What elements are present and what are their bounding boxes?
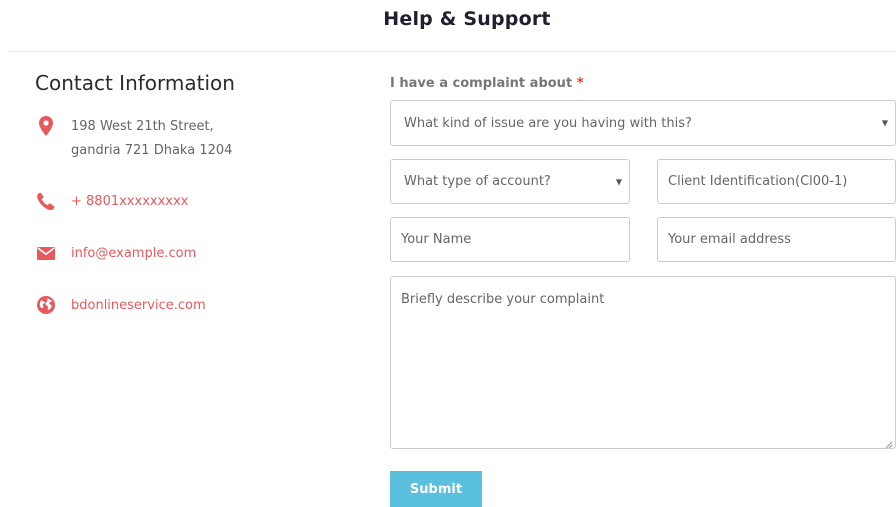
client-id-placeholder: Client Identification(Cl00-1) [668, 174, 848, 189]
globe-icon [35, 294, 57, 316]
envelope-icon [35, 242, 57, 264]
chevron-down-icon: ▼ [881, 118, 888, 128]
complaint-label-text: I have a complaint about [390, 76, 573, 91]
page-title: Help & Support [383, 8, 551, 30]
header-divider [8, 51, 896, 52]
website-text[interactable]: bdonlineservice.com [71, 294, 206, 318]
contact-email[interactable]: info@example.com [35, 242, 196, 266]
contact-address: 198 West 21th Street, gandria 721 Dhaka … [35, 115, 232, 163]
contact-website[interactable]: bdonlineservice.com [35, 294, 206, 318]
complaint-label: I have a complaint about * [390, 76, 584, 91]
submit-button[interactable]: Submit [390, 471, 482, 507]
email-text[interactable]: info@example.com [71, 242, 196, 266]
required-marker: * [576, 76, 584, 91]
email-field[interactable]: Your email address [657, 217, 896, 262]
email-placeholder: Your email address [668, 232, 791, 247]
contact-heading: Contact Information [35, 71, 235, 95]
complaint-placeholder: Briefly describe your complaint [401, 292, 605, 307]
contact-phone[interactable]: + 8801xxxxxxxxx [35, 190, 188, 214]
name-field[interactable]: Your Name [390, 217, 630, 262]
phone-icon [35, 190, 57, 212]
resize-handle-icon[interactable] [885, 438, 893, 449]
complaint-textarea[interactable]: Briefly describe your complaint [390, 276, 896, 449]
issue-select[interactable]: What kind of issue are you having with t… [390, 100, 896, 146]
account-select-value: What type of account? [404, 174, 551, 189]
chevron-down-icon: ▼ [615, 177, 622, 186]
name-placeholder: Your Name [401, 232, 472, 247]
map-pin-icon [35, 115, 57, 137]
address-text: 198 West 21th Street, gandria 721 Dhaka … [71, 119, 233, 158]
account-type-select[interactable]: What type of account? ▼ [390, 159, 630, 204]
issue-select-value: What kind of issue are you having with t… [404, 115, 692, 131]
client-id-field[interactable]: Client Identification(Cl00-1) [657, 159, 896, 204]
phone-text[interactable]: + 8801xxxxxxxxx [71, 190, 188, 214]
